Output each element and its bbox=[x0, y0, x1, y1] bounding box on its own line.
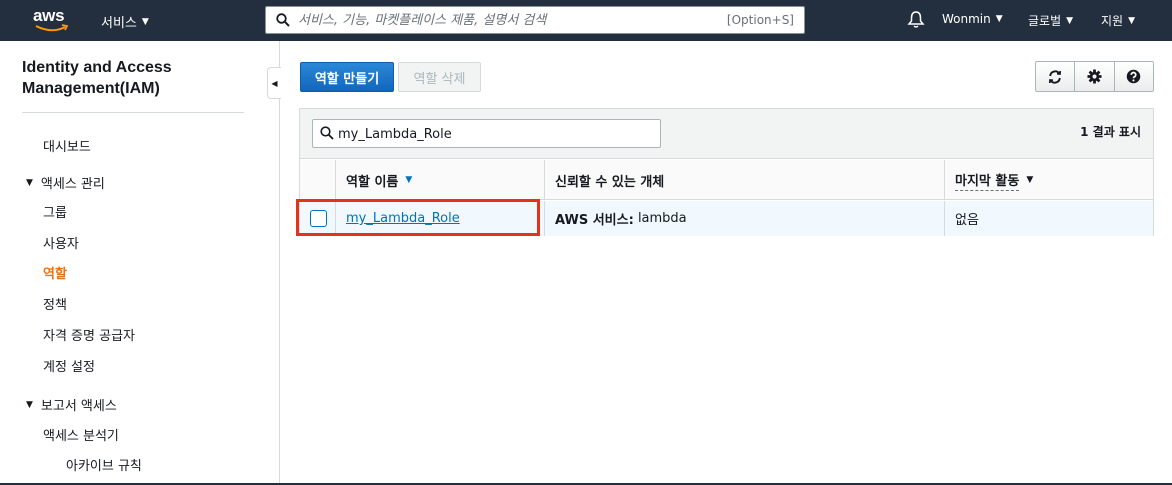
sidebar-section-label: 액세스 관리 bbox=[40, 177, 105, 192]
sidebar-section-access-reports[interactable]: ▼ 보고서 액세스 bbox=[26, 395, 117, 414]
column-header-label: 마지막 활동 bbox=[955, 170, 1020, 191]
aws-logo[interactable]: aws bbox=[33, 6, 73, 34]
global-search-input[interactable] bbox=[298, 10, 718, 30]
trusted-entity-value: lambda bbox=[637, 211, 687, 226]
column-header-trusted-entities: 신뢰할 수 있는 개체 bbox=[544, 160, 944, 200]
trusted-entity-prefix: AWS 서비스: bbox=[555, 213, 634, 228]
search-icon bbox=[320, 126, 334, 140]
role-name-cell: my_Lambda_Role bbox=[335, 201, 545, 236]
refresh-button[interactable] bbox=[1036, 62, 1076, 91]
result-count: 1 결과 표시 bbox=[1080, 125, 1141, 139]
sidebar-title: Identity and Access Management(IAM) bbox=[22, 57, 172, 99]
trusted-entity-cell: AWS 서비스: lambda bbox=[544, 201, 944, 236]
region-menu[interactable]: 글로벌 ▼ bbox=[1028, 12, 1073, 29]
delete-role-button: 역할 삭제 bbox=[398, 62, 481, 92]
column-header-label: 역할 이름 bbox=[346, 174, 399, 190]
sidebar-item-access-analyzer[interactable]: 액세스 분석기 bbox=[43, 425, 119, 444]
column-header-role-name[interactable]: 역할 이름 ▼ bbox=[335, 160, 545, 200]
sidebar-title-line2: Management(IAM) bbox=[22, 80, 160, 97]
top-nav-bar: aws 서비스 ▼ [Option+S] Wonmin ▼ 글로벌 ▼ 지원 ▼ bbox=[0, 0, 1172, 41]
user-menu[interactable]: Wonmin ▼ bbox=[942, 12, 1003, 26]
sidebar-item-roles[interactable]: 역할 bbox=[43, 263, 67, 282]
caret-down-icon: ▼ bbox=[995, 14, 1003, 24]
column-header-last-activity[interactable]: 마지막 활동 ▼ bbox=[944, 160, 1153, 200]
sidebar-item-identity-providers[interactable]: 자격 증명 공급자 bbox=[43, 325, 135, 344]
support-menu[interactable]: 지원 ▼ bbox=[1101, 12, 1135, 29]
roles-table: 1 결과 표시 역할 이름 ▼ 신뢰할 수 있는 개체 마지막 활동 ▼ my_… bbox=[299, 108, 1154, 236]
caret-down-icon: ▼ bbox=[1066, 15, 1074, 26]
create-role-button[interactable]: 역할 만들기 bbox=[300, 62, 394, 92]
gear-icon bbox=[1087, 69, 1102, 84]
table-header-row: 역할 이름 ▼ 신뢰할 수 있는 개체 마지막 활동 ▼ bbox=[300, 160, 1153, 200]
table-actions-group bbox=[1035, 61, 1154, 92]
aws-smile-icon bbox=[35, 24, 69, 32]
row-select-checkbox[interactable] bbox=[310, 210, 327, 227]
help-icon bbox=[1127, 69, 1141, 84]
search-icon bbox=[276, 13, 290, 27]
table-row: my_Lambda_Role AWS 서비스: lambda 없음 bbox=[300, 201, 1153, 236]
services-menu[interactable]: 서비스 ▼ bbox=[101, 12, 149, 31]
sidebar-item-archive-rules[interactable]: 아카이브 규칙 bbox=[66, 455, 142, 474]
role-filter-input[interactable] bbox=[338, 124, 638, 144]
sidebar-section-label: 보고서 액세스 bbox=[40, 399, 117, 414]
region-label: 글로벌 bbox=[1028, 14, 1062, 28]
sidebar-item-account-settings[interactable]: 계정 설정 bbox=[43, 356, 95, 375]
sidebar-collapse-toggle[interactable]: ◀ bbox=[267, 67, 281, 99]
search-shortcut-hint: [Option+S] bbox=[726, 13, 794, 27]
support-label: 지원 bbox=[1101, 14, 1124, 28]
sidebar-item-groups[interactable]: 그룹 bbox=[43, 202, 67, 221]
user-label: Wonmin bbox=[942, 12, 991, 26]
aws-logo-text: aws bbox=[33, 6, 65, 25]
services-label: 서비스 bbox=[101, 16, 137, 31]
sidebar-divider bbox=[22, 112, 244, 113]
caret-down-icon: ▼ bbox=[141, 16, 149, 27]
sidebar-item-users[interactable]: 사용자 bbox=[43, 233, 79, 252]
caret-down-icon: ▼ bbox=[26, 399, 33, 410]
refresh-icon bbox=[1049, 69, 1062, 84]
global-search-bar[interactable]: [Option+S] bbox=[265, 6, 805, 34]
caret-left-icon: ◀ bbox=[271, 78, 278, 88]
sidebar-title-line1: Identity and Access bbox=[22, 59, 172, 76]
sidebar-section-access-management[interactable]: ▼ 액세스 관리 bbox=[26, 173, 105, 192]
iam-sidebar: Identity and Access Management(IAM) 대시보드… bbox=[0, 41, 280, 485]
settings-button[interactable] bbox=[1075, 62, 1115, 91]
bell-icon[interactable] bbox=[907, 10, 925, 29]
caret-down-icon: ▼ bbox=[1128, 15, 1136, 26]
sort-down-icon: ▼ bbox=[1026, 175, 1034, 185]
sidebar-item-policies[interactable]: 정책 bbox=[43, 294, 67, 313]
role-name-link[interactable]: my_Lambda_Role bbox=[346, 211, 460, 226]
table-toolbar: 1 결과 표시 bbox=[300, 109, 1153, 159]
last-activity-cell: 없음 bbox=[944, 201, 1153, 236]
help-button[interactable] bbox=[1115, 62, 1153, 91]
role-filter-box[interactable] bbox=[312, 119, 661, 148]
sidebar-item-dashboard[interactable]: 대시보드 bbox=[43, 136, 91, 155]
caret-down-icon: ▼ bbox=[26, 177, 33, 188]
sort-down-icon: ▼ bbox=[405, 175, 413, 185]
column-header-label: 신뢰할 수 있는 개체 bbox=[555, 174, 665, 190]
